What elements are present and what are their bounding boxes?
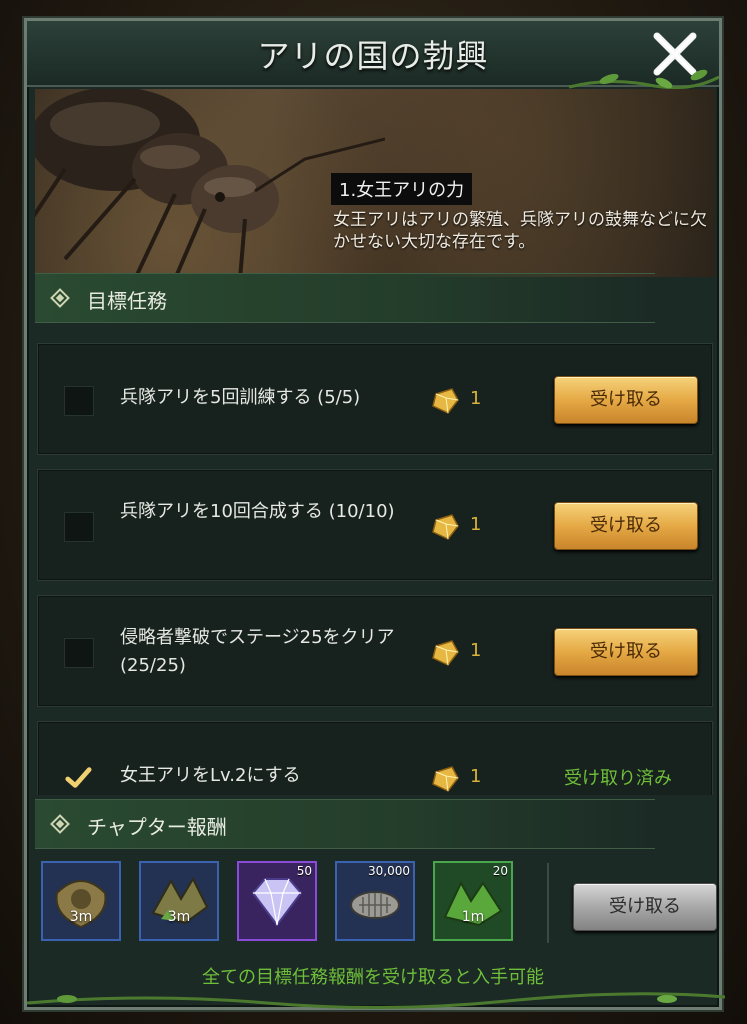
task-checkbox	[64, 512, 94, 542]
unlock-note: 全ての目標任務報酬を受け取ると入手可能	[202, 967, 544, 988]
vine-decoration-icon	[27, 992, 725, 1010]
task-row: 兵隊アリを10回合成する (10/10) 1 受け取る	[37, 469, 713, 581]
gold-gem-icon	[432, 514, 459, 540]
task-text: 兵隊アリを5回訓練する (5/5)	[120, 387, 361, 408]
tasks-section-header: 目標任務	[35, 273, 655, 323]
diamond-bullet-icon	[50, 814, 70, 834]
reward-timer: 3m	[167, 909, 191, 925]
chapter-description: 女王アリはアリの繁殖、兵隊アリの鼓舞などに欠かせない大切な存在です。	[333, 210, 707, 252]
reward-quantity: 50	[296, 864, 312, 878]
reward-item[interactable]: 20 1m	[433, 861, 513, 941]
claim-button[interactable]: 受け取る	[554, 376, 698, 424]
close-button[interactable]	[639, 25, 711, 83]
rewards-divider	[547, 863, 549, 943]
task-row: 兵隊アリを5回訓練する (5/5) 1 受け取る	[37, 343, 713, 455]
task-checkbox	[64, 386, 94, 416]
reward-timer: 3m	[69, 909, 93, 925]
reward-item[interactable]: 30,000	[335, 861, 415, 941]
claim-button[interactable]: 受け取る	[554, 502, 698, 550]
task-list[interactable]: 兵隊アリを5回訓練する (5/5) 1 受け取る 兵隊アリを10回合成する (1…	[37, 343, 715, 795]
reward-item[interactable]: 3m	[41, 861, 121, 941]
task-row: 侵略者撃破でステージ25をクリア (25/25) 1 受け取る	[37, 595, 713, 707]
task-row: 女王アリをLv.2にする 1 受け取り済み	[37, 721, 713, 795]
dialog-panel: アリの国の勃興 1.女王アリの力 女王アリはアリの繁殖、兵隊アリの鼓舞などに欠か…	[24, 18, 725, 1010]
task-checkbox	[64, 638, 94, 668]
claimed-status: 受け取り済み	[564, 768, 672, 789]
reward-count: 1	[470, 514, 482, 535]
task-text: 侵略者撃破でステージ25をクリア (25/25)	[120, 627, 395, 676]
chapter-banner: 1.女王アリの力 女王アリはアリの繁殖、兵隊アリの鼓舞などに欠かせない大切な存在…	[35, 89, 715, 277]
task-text: 女王アリをLv.2にする	[120, 765, 301, 786]
reward-timer: 1m	[461, 909, 485, 925]
gold-gem-icon	[432, 640, 459, 666]
chapter-claim-button[interactable]: 受け取る	[573, 883, 717, 931]
title-bar: アリの国の勃興	[27, 21, 719, 90]
chapter-rewards-row: 3m 3m 50 30,000 20 1m 受け取る	[41, 861, 717, 951]
tasks-section-label: 目標任務	[87, 289, 167, 313]
reward-quantity: 20	[492, 864, 508, 878]
gold-gem-icon	[432, 388, 459, 414]
speedup-arrow-icon	[151, 876, 209, 925]
reward-count: 1	[470, 766, 482, 787]
close-x-icon	[653, 32, 697, 76]
gold-gem-icon	[432, 766, 459, 792]
reward-count: 1	[470, 640, 482, 661]
diamond-bullet-icon	[50, 288, 70, 308]
claim-button[interactable]: 受け取る	[554, 628, 698, 676]
reward-item[interactable]: 3m	[139, 861, 219, 941]
reward-count: 1	[470, 388, 482, 409]
dialog-title: アリの国の勃興	[257, 37, 489, 75]
speedup-food-icon	[55, 880, 107, 929]
chapter-title: 1.女王アリの力	[331, 173, 473, 205]
chapter-rewards-section-header: チャプター報酬	[35, 799, 655, 849]
reward-quantity: 30,000	[368, 864, 410, 878]
reward-item[interactable]: 50	[237, 861, 317, 941]
task-text: 兵隊アリを10回合成する (10/10)	[120, 501, 395, 522]
chapter-rewards-label: チャプター報酬	[87, 815, 227, 839]
checkmark-icon	[65, 767, 92, 788]
